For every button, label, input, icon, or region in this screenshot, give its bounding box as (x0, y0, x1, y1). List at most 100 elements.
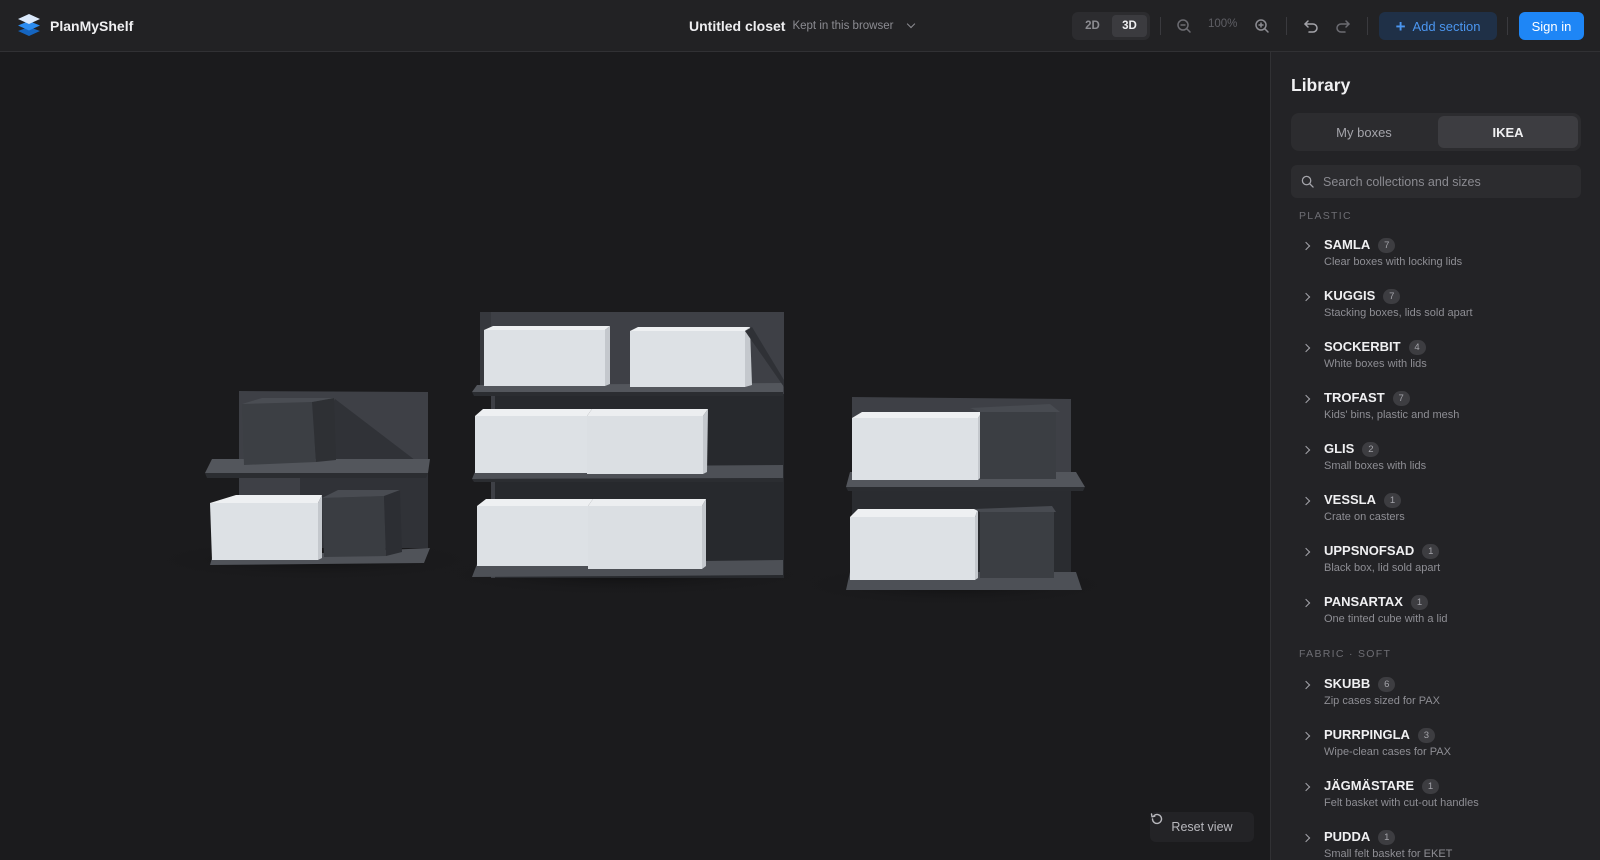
view-mode-toggle: 2D 3D (1072, 12, 1150, 40)
chevron-right-icon[interactable] (1301, 292, 1311, 302)
count-badge: 1 (1384, 493, 1402, 508)
document-title[interactable]: Untitled closet (689, 18, 785, 34)
closet-3d-viewport[interactable]: Reset view (0, 52, 1270, 860)
storage-box-white[interactable] (850, 509, 978, 580)
collection-skubb[interactable]: SKUBB 6 Zip cases sized for PAX (1291, 676, 1581, 720)
count-badge: 3 (1417, 728, 1435, 743)
group-label-fabric: FABRIC · SOFT (1299, 648, 1392, 660)
collection-name: KUGGIS (1324, 288, 1376, 303)
collection-name: JÄGMÄSTARE (1324, 778, 1415, 793)
zoom-out-button[interactable] (1172, 14, 1196, 38)
count-badge: 7 (1378, 238, 1396, 253)
collection-pansartax[interactable]: PANSARTAX 1 One tinted cube with a lid (1291, 594, 1581, 638)
chevron-right-icon[interactable] (1301, 241, 1311, 251)
storage-box-white[interactable] (852, 412, 982, 480)
collection-kuggis[interactable]: KUGGIS 7 Stacking boxes, lids sold apart (1291, 288, 1581, 332)
shelf-section-middle[interactable] (472, 312, 784, 578)
tab-ikea[interactable]: IKEA (1438, 116, 1578, 148)
chevron-right-icon[interactable] (1301, 496, 1311, 506)
storage-box-dark[interactable] (322, 490, 402, 557)
collection-description: Clear boxes with locking lids (1324, 256, 1463, 268)
collection-name: TROFAST (1324, 390, 1385, 405)
search-input[interactable] (1323, 174, 1563, 189)
collection-description: Felt basket with cut-out handles (1324, 797, 1479, 809)
storage-box-white[interactable] (630, 327, 752, 387)
chevron-right-icon[interactable] (1301, 731, 1311, 741)
chevron-right-icon[interactable] (1301, 598, 1311, 608)
collection-name: SKUBB (1324, 676, 1371, 691)
count-badge: 1 (1422, 779, 1440, 794)
storage-box-dark[interactable] (970, 404, 1060, 479)
redo-icon (1336, 20, 1350, 33)
sign-in-button[interactable]: Sign in (1519, 12, 1584, 40)
collection-description: White boxes with lids (1324, 358, 1427, 370)
storage-box-white[interactable] (477, 499, 593, 566)
group-label-plastic: PLASTIC (1299, 210, 1352, 222)
storage-box-white[interactable] (210, 495, 322, 560)
undo-button[interactable] (1299, 14, 1323, 38)
collection-name: GLIS (1324, 441, 1355, 456)
storage-box-white[interactable] (475, 409, 592, 473)
divider (1507, 17, 1508, 35)
zoom-level: 100% (1208, 18, 1238, 30)
collection-name: PANSARTAX (1324, 594, 1403, 609)
collection-description: Wipe-clean cases for PAX (1324, 746, 1451, 758)
shelf-section-right[interactable] (846, 397, 1085, 590)
divider (1367, 17, 1368, 35)
chevron-right-icon[interactable] (1301, 445, 1311, 455)
chevron-right-icon[interactable] (1301, 343, 1311, 353)
count-badge: 1 (1422, 544, 1440, 559)
zoom-in-button[interactable] (1250, 14, 1274, 38)
collection-purrpingla[interactable]: PURRPINGLA 3 Wipe-clean cases for PAX (1291, 727, 1581, 771)
tab-my-boxes[interactable]: My boxes (1294, 116, 1434, 148)
collection-description: Small boxes with lids (1324, 460, 1427, 472)
chevron-right-icon[interactable] (1301, 782, 1311, 792)
storage-box-white[interactable] (484, 326, 610, 386)
collection-jagmastare[interactable]: JÄGMÄSTARE 1 Felt basket with cut-out han… (1291, 778, 1581, 822)
collection-trofast[interactable]: TROFAST 7 Kids' bins, plastic and mesh (1291, 390, 1581, 434)
layers-logo-icon (16, 11, 42, 42)
shelf-section-left[interactable] (205, 391, 430, 565)
count-badge: 2 (1362, 442, 1380, 457)
chevron-right-icon[interactable] (1301, 547, 1311, 557)
add-section-button[interactable]: + Add section (1379, 12, 1497, 40)
zoom-out-icon (1177, 19, 1191, 33)
collection-name: VESSLA (1324, 492, 1377, 507)
count-badge: 1 (1378, 830, 1396, 845)
view-3d-button[interactable]: 3D (1112, 15, 1147, 37)
collection-description: Small felt basket for EKET (1324, 848, 1453, 860)
divider (1286, 17, 1287, 35)
closet-scene[interactable] (0, 52, 1270, 860)
count-badge: 4 (1408, 340, 1426, 355)
chevron-right-icon[interactable] (1301, 833, 1311, 843)
collection-vessla[interactable]: VESSLA 1 Crate on casters (1291, 492, 1581, 536)
storage-box-white[interactable] (588, 499, 706, 569)
search-icon (1301, 175, 1314, 188)
collection-description: Kids' bins, plastic and mesh (1324, 409, 1460, 421)
save-status: Kept in this browser (792, 20, 894, 32)
collection-sockerbit[interactable]: SOCKERBIT 4 White boxes with lids (1291, 339, 1581, 383)
collection-pudda[interactable]: PUDDA 1 Small felt basket for EKET (1291, 829, 1581, 860)
view-2d-button[interactable]: 2D (1075, 15, 1110, 37)
collection-samla[interactable]: SAMLA 7 Clear boxes with locking lids (1291, 237, 1581, 281)
brand[interactable]: PlanMyShelf (16, 12, 133, 40)
document-title-menu[interactable]: Untitled closet Kept in this browser (689, 16, 916, 36)
zoom-in-icon (1255, 19, 1269, 33)
collection-glis[interactable]: GLIS 2 Small boxes with lids (1291, 441, 1581, 485)
collection-uppsnofsad[interactable]: UPPSNOFSAD 1 Black box, lid sold apart (1291, 543, 1581, 587)
add-section-label: Add section (1412, 18, 1481, 34)
storage-box-dark[interactable] (242, 398, 336, 465)
storage-box-dark[interactable] (974, 506, 1056, 578)
collection-name: SOCKERBIT (1324, 339, 1401, 354)
chevron-right-icon[interactable] (1301, 680, 1311, 690)
storage-box-white[interactable] (587, 409, 708, 474)
count-badge: 7 (1383, 289, 1401, 304)
chevron-down-icon[interactable] (907, 19, 916, 29)
reset-view-button[interactable]: Reset view (1150, 812, 1254, 842)
collection-description: Zip cases sized for PAX (1324, 695, 1440, 707)
collection-name: PUDDA (1324, 829, 1371, 844)
redo-button[interactable] (1331, 14, 1355, 38)
rotate-ccw-icon (1150, 813, 1163, 825)
library-search[interactable] (1291, 165, 1581, 198)
chevron-right-icon[interactable] (1301, 394, 1311, 404)
